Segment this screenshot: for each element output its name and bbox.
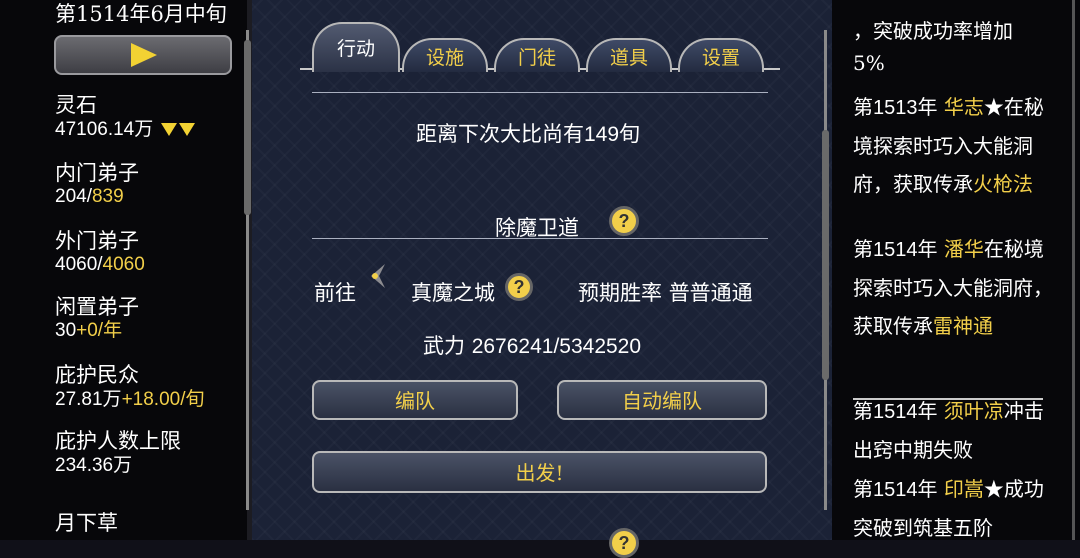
collapse-icon[interactable] bbox=[160, 123, 177, 137]
stat-label: 庇护人数上限 bbox=[55, 429, 181, 453]
stat-label: 闲置弟子 bbox=[55, 295, 139, 319]
stat-inner-disciples: 内门弟子 204/839 bbox=[55, 160, 139, 208]
goto-label: 前往 bbox=[314, 281, 356, 305]
stat-spirit-stones: 灵石 47106.14万 bbox=[55, 92, 195, 141]
stat-value: 204/ bbox=[55, 186, 92, 207]
formation-button[interactable]: 编队 bbox=[312, 380, 518, 420]
tab-facilities[interactable]: 设施 bbox=[402, 38, 488, 72]
chevron-left-icon[interactable] bbox=[365, 262, 393, 290]
tab-label: 道具 bbox=[609, 47, 648, 69]
depart-button[interactable]: 出发! bbox=[312, 451, 767, 493]
stat-value: 234.36 bbox=[55, 455, 114, 476]
stat-label: 内门弟子 bbox=[55, 161, 139, 185]
help-icon[interactable]: ? bbox=[505, 273, 533, 301]
stat-max: 4060 bbox=[102, 254, 145, 275]
tab-label: 门徒 bbox=[517, 47, 556, 69]
power-display: 武力 2676241/5342520 bbox=[423, 334, 642, 358]
main-scrollbar-thumb[interactable] bbox=[822, 130, 829, 380]
star-icon: ★ bbox=[983, 95, 1004, 119]
play-icon bbox=[131, 43, 157, 67]
stat-label: 月下草 bbox=[55, 511, 118, 535]
log-entry: 第1514年 印嵩★成功突破到筑基五阶 bbox=[853, 477, 1044, 540]
auto-formation-button[interactable]: 自动编队 bbox=[557, 380, 767, 420]
tab-settings[interactable]: 设置 bbox=[678, 38, 764, 72]
stat-value: 4060/ bbox=[55, 254, 103, 275]
tab-disciples[interactable]: 门徒 bbox=[494, 38, 580, 72]
tournament-countdown: 距离下次大比尚有149旬 bbox=[416, 122, 641, 146]
stat-value: 47106.14 bbox=[55, 119, 135, 140]
divider bbox=[312, 238, 768, 239]
tab-label: 行动 bbox=[336, 38, 375, 60]
log-fragment: 5% bbox=[853, 51, 885, 75]
date-display: 第1514年6月中旬 bbox=[55, 2, 227, 26]
divider bbox=[312, 92, 768, 93]
stat-protection-cap: 庇护人数上限 234.36万 bbox=[55, 429, 181, 476]
destination-name: 真魔之城 bbox=[411, 281, 495, 305]
help-icon[interactable]: ? bbox=[609, 528, 639, 558]
log-entry: 第1514年 潘华在秘境探索时巧入大能洞府，获取传承雷神通 bbox=[853, 237, 1053, 338]
stat-value: 27.81 bbox=[55, 389, 103, 410]
help-icon[interactable]: ? bbox=[609, 206, 639, 236]
stat-outer-disciples: 外门弟子 4060/4060 bbox=[55, 228, 145, 276]
left-scrollbar-thumb[interactable] bbox=[244, 40, 251, 215]
stat-idle-disciples: 闲置弟子 30+0/年 bbox=[55, 294, 139, 342]
log-scrollbar-track[interactable] bbox=[1072, 0, 1075, 540]
stat-max: 839 bbox=[91, 186, 124, 207]
log-entry: 第1513年 华志★在秘境探索时巧入大能洞府，获取传承火枪法 bbox=[853, 95, 1044, 196]
tab-label: 设置 bbox=[701, 47, 740, 69]
stat-value: 30 bbox=[55, 320, 77, 341]
play-speed-button[interactable] bbox=[54, 35, 232, 75]
log-entry: 第1514年 须叶凉冲击出窍中期失败 bbox=[853, 399, 1044, 462]
stat-label: 庇护民众 bbox=[55, 363, 139, 387]
collapse-icon[interactable] bbox=[178, 123, 195, 137]
stat-label: 外门弟子 bbox=[55, 229, 139, 253]
stat-rate: +0/年 bbox=[76, 320, 123, 341]
tab-label: 设施 bbox=[425, 47, 464, 69]
stat-protected-people: 庇护民众 27.81万+18.00/旬 bbox=[55, 363, 205, 410]
win-rate: 预期胜率 普普通通 bbox=[578, 281, 753, 305]
stat-label: 灵石 bbox=[55, 93, 97, 117]
tab-items[interactable]: 道具 bbox=[586, 38, 672, 72]
stat-rate: +18.00/旬 bbox=[121, 389, 205, 410]
tab-action[interactable]: 行动 bbox=[312, 22, 400, 72]
stat-moon-grass: 月下草 bbox=[55, 510, 118, 536]
star-icon: ★ bbox=[983, 477, 1004, 501]
